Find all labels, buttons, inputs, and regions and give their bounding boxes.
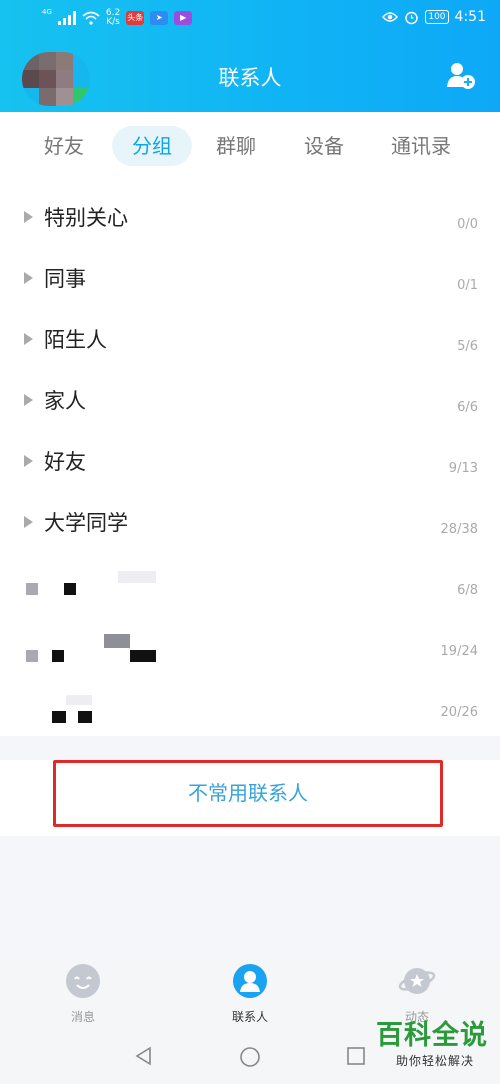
add-contact-icon[interactable] (446, 60, 476, 90)
bottom-nav: 消息 联系人 动态 (0, 958, 500, 1028)
redaction-mosaic (104, 634, 130, 648)
expand-arrow-icon (24, 516, 33, 528)
watermark-subtitle: 助你轻松解决 (395, 1054, 474, 1068)
group-count: 0/0 (457, 217, 478, 232)
net-speed-unit: K/s (106, 17, 120, 27)
group-row[interactable]: 好友 9/13 (0, 431, 500, 492)
page-title: 联系人 (218, 66, 282, 90)
tab-group-chats[interactable]: 群聊 (202, 126, 270, 166)
group-row[interactable]: 大学同学 28/38 (0, 492, 500, 553)
tab-public[interactable]: 公 (490, 126, 500, 166)
header: 4G 6.2 K/s 头条 ➤ ▶ 100 4:51 联系人 (0, 0, 500, 112)
redaction-mosaic (66, 695, 92, 705)
tab-groups[interactable]: 分组 (112, 126, 192, 166)
group-name: 家人 (44, 389, 86, 413)
alarm-icon (405, 11, 419, 24)
group-row-redacted[interactable]: 6/8 (0, 553, 500, 614)
group-row[interactable]: 家人 6/6 (0, 370, 500, 431)
redaction-mosaic (52, 650, 64, 662)
group-list: 特别关心 0/0 同事 0/1 陌生人 5/6 家人 6/6 好友 9/13 大… (0, 180, 500, 736)
redaction-mosaic (118, 571, 156, 583)
net-speed: 6.2 K/s (106, 9, 120, 27)
news-app-icon: 头条 (126, 11, 145, 25)
group-name: 陌生人 (44, 328, 107, 352)
group-count: 28/38 (440, 522, 478, 537)
tab-strip: 好友 分组 群聊 设备 通讯录 公 (0, 126, 500, 166)
home-icon[interactable] (239, 1046, 261, 1068)
tab-address-book[interactable]: 通讯录 (376, 126, 466, 166)
bottom-nav-label: 联系人 (231, 1010, 268, 1024)
signal-label: 4G (42, 8, 52, 16)
bottom-nav-moments[interactable]: 动态 (367, 962, 467, 1025)
expand-arrow-icon (24, 455, 33, 467)
status-left: 4G 6.2 K/s 头条 ➤ ▶ (42, 8, 193, 27)
eye-icon (382, 12, 399, 22)
wifi-icon (82, 11, 100, 25)
contacts-icon (233, 964, 267, 998)
group-name: 同事 (44, 267, 86, 291)
recents-icon[interactable] (346, 1046, 366, 1066)
bottom-nav-label: 消息 (70, 1010, 95, 1024)
group-count: 5/6 (457, 339, 478, 354)
expand-arrow-icon (24, 394, 33, 406)
redaction-mosaic (26, 650, 38, 662)
app-root: 4G 6.2 K/s 头条 ➤ ▶ 100 4:51 联系人 好友 分组 群聊 … (0, 0, 500, 1084)
group-count: 9/13 (448, 461, 478, 476)
video-app-icon: ▶ (174, 11, 193, 25)
group-row[interactable]: 特别关心 0/0 (0, 187, 500, 248)
group-name: 好友 (44, 450, 86, 474)
battery-icon: 100 (425, 10, 449, 24)
send-app-icon: ➤ (150, 11, 169, 25)
group-count: 19/24 (440, 644, 478, 659)
redaction-mosaic (26, 583, 38, 595)
expand-arrow-icon (24, 272, 33, 284)
uncommon-contacts-section: 不常用联系人 (0, 760, 500, 836)
tab-bar: 好友 分组 群聊 设备 通讯录 公 (0, 112, 500, 180)
group-name: 大学同学 (44, 511, 128, 535)
redaction-mosaic (130, 650, 156, 662)
watermark-logo: 百科全说 助你轻松解决 (376, 1020, 494, 1080)
redaction-mosaic (64, 583, 76, 595)
message-icon (66, 964, 100, 998)
bottom-nav-contacts[interactable]: 联系人 (200, 962, 300, 1025)
group-row-redacted[interactable]: 20/26 (0, 675, 500, 736)
group-row[interactable]: 同事 0/1 (0, 248, 500, 309)
status-right: 100 4:51 (382, 9, 486, 25)
signal-icon (57, 11, 76, 25)
uncommon-contacts-button[interactable]: 不常用联系人 (53, 760, 443, 827)
group-count: 0/1 (457, 278, 478, 293)
status-bar: 4G 6.2 K/s 头条 ➤ ▶ 100 4:51 (0, 0, 500, 38)
group-count: 20/26 (440, 705, 478, 720)
group-row-redacted[interactable]: 19/24 (0, 614, 500, 675)
planet-icon (398, 968, 436, 994)
tab-devices[interactable]: 设备 (290, 126, 358, 166)
redaction-mosaic (52, 711, 66, 723)
group-count: 6/8 (457, 583, 478, 598)
group-count: 6/6 (457, 400, 478, 415)
redaction-mosaic (78, 711, 92, 723)
expand-arrow-icon (24, 211, 33, 223)
clock-time: 4:51 (454, 9, 486, 25)
group-row[interactable]: 陌生人 5/6 (0, 309, 500, 370)
expand-arrow-icon (24, 333, 33, 345)
watermark-title: 百科全说 (376, 1020, 488, 1051)
back-icon[interactable] (134, 1046, 154, 1066)
group-name: 特别关心 (44, 206, 128, 230)
tab-friends[interactable]: 好友 (30, 126, 98, 166)
bottom-nav-messages[interactable]: 消息 (33, 962, 133, 1025)
